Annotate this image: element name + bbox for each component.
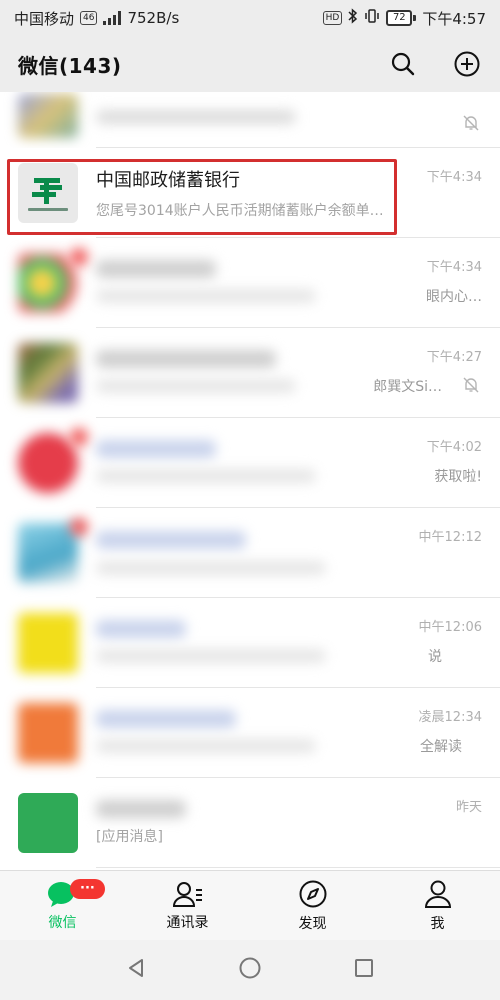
chat-time: 下午4:27 <box>426 350 482 365</box>
unread-dot <box>70 428 88 446</box>
network-speed: 752B/s <box>127 9 180 27</box>
tab-discover[interactable]: 发现 <box>250 871 375 940</box>
tab-label: 微信 <box>48 914 77 931</box>
page-title: 微信(143) <box>18 53 122 78</box>
avatar <box>18 793 78 853</box>
bottom-tab-bar: ··· 微信 通讯录 发现 我 <box>0 870 500 940</box>
unread-dot <box>70 248 88 266</box>
system-nav-bar <box>0 940 500 1000</box>
chat-item-postal-bank[interactable]: 中国邮政储蓄银行 您尾号3014账户人民币活期储蓄账户余额单… 下午4:34 <box>0 148 500 238</box>
battery-icon: 72 <box>386 10 417 26</box>
add-button[interactable] <box>452 49 482 79</box>
chat-preview: 全解读 <box>420 739 462 755</box>
chat-preview: 获取啦! <box>434 469 482 485</box>
chat-time: 中午12:06 <box>418 620 482 635</box>
chat-preview: 眼内心… <box>426 289 482 305</box>
chat-item[interactable]: 说 中午12:06 <box>0 598 500 688</box>
postal-bank-logo <box>18 163 78 223</box>
compass-icon <box>299 880 326 907</box>
avatar <box>18 433 78 493</box>
tab-me[interactable]: 我 <box>375 871 500 940</box>
recents-square-icon <box>354 959 373 977</box>
chat-item[interactable]: [应用消息] 昨天 <box>0 778 500 868</box>
chat-item[interactable]: 眼内心… 下午4:34 <box>0 238 500 328</box>
avatar <box>18 343 78 403</box>
tab-contacts[interactable]: 通讯录 <box>125 871 250 940</box>
bluetooth-icon <box>348 8 358 28</box>
chat-preview: [应用消息] <box>96 829 163 845</box>
back-button[interactable] <box>125 957 147 983</box>
mute-bell-icon <box>462 376 480 398</box>
chat-time: 凌晨12:34 <box>418 710 482 725</box>
chat-item[interactable]: 全解读 凌晨12:34 <box>0 688 500 778</box>
app-header: 微信(143) <box>0 36 500 92</box>
avatar <box>18 253 78 313</box>
status-time: 下午4:57 <box>422 9 486 28</box>
search-icon <box>391 52 415 76</box>
signal-icon <box>103 11 122 25</box>
carrier-name: 中国移动 <box>14 9 75 28</box>
unread-badge: ··· <box>70 879 105 899</box>
avatar <box>18 94 78 138</box>
chat-item[interactable]: 郎巽文Si… 下午4:27 <box>0 328 500 418</box>
tab-label: 通讯录 <box>166 914 209 931</box>
person-icon <box>424 880 451 908</box>
chat-preview: 说 <box>428 649 442 665</box>
tab-label: 发现 <box>298 915 327 932</box>
chat-preview: 您尾号3014账户人民币活期储蓄账户余额单… <box>96 203 384 219</box>
mute-bell-icon <box>462 114 480 136</box>
status-bar: 中国移动 46 752B/s HD 72 下午4:57 <box>0 0 500 36</box>
avatar <box>18 703 78 763</box>
chat-item[interactable]: 中午12:12 <box>0 508 500 598</box>
battery-level: 72 <box>386 10 413 26</box>
vibrate-icon <box>364 8 380 28</box>
chat-list[interactable]: 中国邮政储蓄银行 您尾号3014账户人民币活期储蓄账户余额单… 下午4:34 眼… <box>0 92 500 870</box>
chat-time: 下午4:34 <box>426 260 482 275</box>
plus-circle-icon <box>454 51 480 77</box>
chat-item[interactable]: 获取啦! 下午4:02 <box>0 418 500 508</box>
recents-button[interactable] <box>353 957 375 983</box>
tab-chats[interactable]: ··· 微信 <box>0 871 125 940</box>
avatar <box>18 613 78 673</box>
chat-preview: 郎巽文Si… <box>373 379 442 395</box>
search-button[interactable] <box>388 49 418 79</box>
home-circle-icon <box>239 957 261 979</box>
tab-label: 我 <box>430 915 445 932</box>
network-type: 46 <box>80 11 98 25</box>
back-triangle-icon <box>129 959 144 977</box>
chat-time: 中午12:12 <box>418 530 482 545</box>
unread-dot <box>70 518 88 536</box>
chat-name: 中国邮政储蓄银行 <box>96 170 240 191</box>
chat-time: 下午4:34 <box>426 170 482 185</box>
home-button[interactable] <box>238 956 262 984</box>
contacts-icon <box>172 881 202 907</box>
avatar <box>18 523 78 583</box>
chat-time: 昨天 <box>455 800 482 815</box>
chat-item-blurred[interactable] <box>0 92 500 148</box>
chat-time: 下午4:02 <box>426 440 482 455</box>
hd-indicator: HD <box>322 11 343 25</box>
